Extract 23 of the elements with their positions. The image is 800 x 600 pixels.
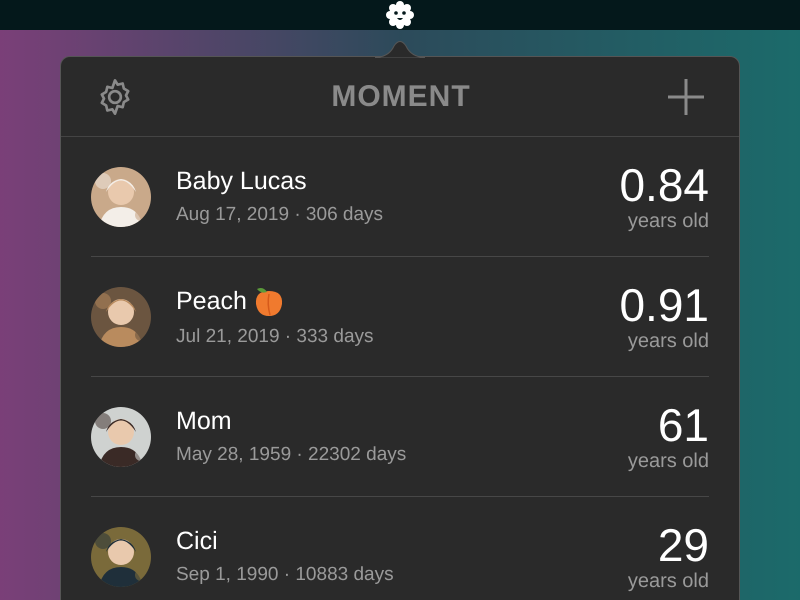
person-row[interactable]: Mom May 28, 1959 · 22302 days 61 years old — [91, 377, 709, 497]
app-logo: MOMENT — [331, 80, 471, 114]
age-value: 29 — [658, 520, 709, 570]
age-value: 61 — [658, 400, 709, 450]
person-name: Peach — [176, 287, 247, 316]
birth-date-days: Sep 1, 1990 · 10883 days — [176, 564, 628, 586]
person-name: Cici — [176, 527, 218, 556]
person-name: Mom — [176, 407, 232, 436]
age-unit: years old — [628, 210, 709, 233]
birth-date-days: Aug 17, 2019 · 306 days — [176, 204, 620, 226]
age-unit: years old — [628, 330, 709, 353]
age-value: 0.91 — [619, 280, 709, 330]
person-row[interactable]: Cici Sep 1, 1990 · 10883 days 29 years old — [91, 497, 709, 600]
age-value: 0.84 — [619, 160, 709, 210]
smiley-flower-icon[interactable] — [385, 0, 415, 30]
birth-date-days: May 28, 1959 · 22302 days — [176, 444, 628, 466]
add-icon[interactable] — [666, 78, 705, 116]
age-unit: years old — [628, 570, 709, 593]
age-unit: years old — [628, 450, 709, 473]
person-row[interactable]: Baby Lucas Aug 17, 2019 · 306 days 0.84 years old — [91, 137, 709, 257]
person-row[interactable]: Peach Jul 21, 2019 · 333 days 0.91 years old — [91, 257, 709, 377]
birth-date-days: Jul 21, 2019 · 333 days — [176, 326, 620, 348]
person-name: Baby Lucas — [176, 167, 307, 196]
